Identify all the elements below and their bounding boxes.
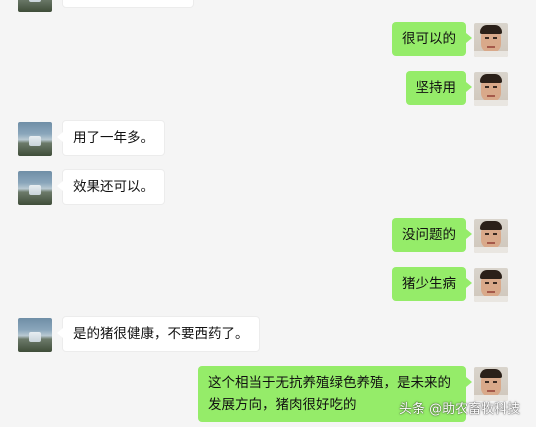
contact-avatar[interactable] [18, 318, 52, 352]
my-avatar[interactable] [474, 23, 508, 57]
message-bubble-contact: 效果还可以。 [57, 169, 165, 205]
chat-window: 很可以的 坚持用 用了一年多。 效果还可以。 没问题的 猪少生病 是的猪很健康，… [0, 0, 536, 427]
my-avatar[interactable] [474, 268, 508, 302]
message-bubble-mine: 没问题的 [392, 218, 472, 252]
watermark-text: 头条 @助农畜牧科技 [399, 402, 521, 417]
message-bubble-mine: 坚持用 [405, 71, 472, 105]
message-bubble-partial [62, 0, 194, 8]
message-bubble-mine: 猪少生病 [392, 267, 472, 301]
my-avatar[interactable] [474, 219, 508, 253]
message-bubble-mine: 很可以的 [392, 22, 472, 56]
message-bubble-contact: 用了一年多。 [57, 120, 165, 156]
my-avatar[interactable] [474, 72, 508, 106]
contact-avatar-partial[interactable] [18, 0, 52, 12]
message-bubble-contact: 是的猪很健康，不要西药了。 [57, 316, 260, 352]
contact-avatar[interactable] [18, 171, 52, 205]
my-avatar[interactable] [474, 367, 508, 401]
contact-avatar[interactable] [18, 122, 52, 156]
